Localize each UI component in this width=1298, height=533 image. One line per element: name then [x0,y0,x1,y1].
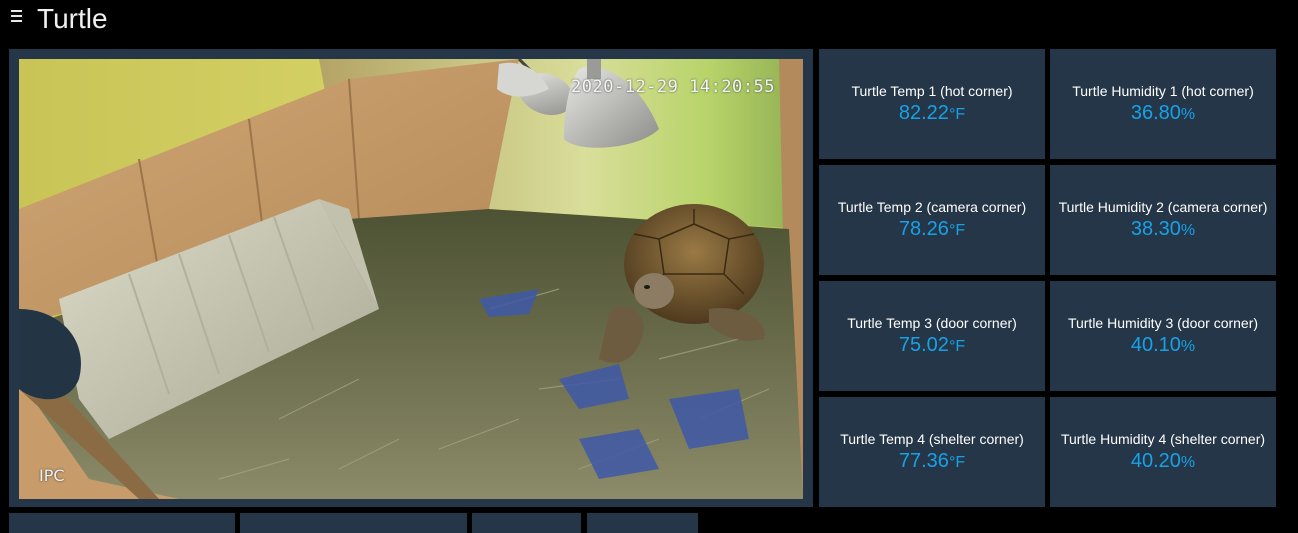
camera-card[interactable]: 2020-12-29 14:20:55 IPC [9,49,813,507]
sensor-value: 82.22°F [898,102,966,124]
enclosure-photo [19,59,803,499]
sensor-tile-humidity-2[interactable]: Turtle Humidity 2 (camera corner) 38.30% [1050,165,1276,275]
sensor-unit: % [1180,454,1196,471]
sensor-value: 40.20% [1130,450,1196,472]
sensor-tile-temp-4[interactable]: Turtle Temp 4 (shelter corner) 77.36°F [819,397,1045,507]
bottom-tile-2[interactable] [240,513,467,533]
bottom-tile-1[interactable] [9,513,235,533]
sensor-label: Turtle Temp 2 (camera corner) [837,199,1027,215]
sensor-tile-temp-2[interactable]: Turtle Temp 2 (camera corner) 78.26°F [819,165,1045,275]
sensor-value: 77.36°F [898,450,966,472]
sensor-unit: °F [948,338,966,355]
sensor-label: Turtle Temp 4 (shelter corner) [840,431,1024,447]
sensor-tile-temp-1[interactable]: Turtle Temp 1 (hot corner) 82.22°F [819,49,1045,159]
page-title: Turtle [37,3,108,34]
sensor-label: Turtle Humidity 1 (hot corner) [1072,83,1254,99]
sensor-value: 78.26°F [898,218,966,240]
sensor-label: Turtle Temp 3 (door corner) [847,315,1017,331]
camera-brand-label: IPC [39,466,65,485]
sensor-value: 38.30% [1130,218,1196,240]
sensor-label: Turtle Humidity 3 (door corner) [1067,315,1259,331]
sensor-unit: % [1180,222,1196,239]
sensor-unit: % [1180,338,1196,355]
sensor-tile-temp-3[interactable]: Turtle Temp 3 (door corner) 75.02°F [819,281,1045,391]
sensor-tile-humidity-4[interactable]: Turtle Humidity 4 (shelter corner) 40.20… [1050,397,1276,507]
sensor-label: Turtle Temp 1 (hot corner) [851,83,1013,99]
sensor-label: Turtle Humidity 2 (camera corner) [1058,199,1268,215]
camera-timestamp: 2020-12-29 14:20:55 [571,77,775,97]
bottom-tile-4[interactable] [587,513,698,533]
sensor-value: 40.10% [1130,334,1196,356]
sensor-unit: °F [948,222,966,239]
sensor-unit: °F [948,454,966,471]
hamburger-menu-icon[interactable] [11,10,22,22]
bottom-tile-3[interactable] [472,513,581,533]
sensor-tile-humidity-1[interactable]: Turtle Humidity 1 (hot corner) 36.80% [1050,49,1276,159]
sensor-unit: °F [948,106,966,123]
sensor-value: 75.02°F [898,334,966,356]
sensor-value: 36.80% [1130,102,1196,124]
sensor-label: Turtle Humidity 4 (shelter corner) [1060,431,1266,447]
sensor-unit: % [1180,106,1196,123]
app-header: Turtle [0,0,1298,40]
camera-feed-image[interactable]: 2020-12-29 14:20:55 IPC [19,59,803,499]
sensor-tile-humidity-3[interactable]: Turtle Humidity 3 (door corner) 40.10% [1050,281,1276,391]
